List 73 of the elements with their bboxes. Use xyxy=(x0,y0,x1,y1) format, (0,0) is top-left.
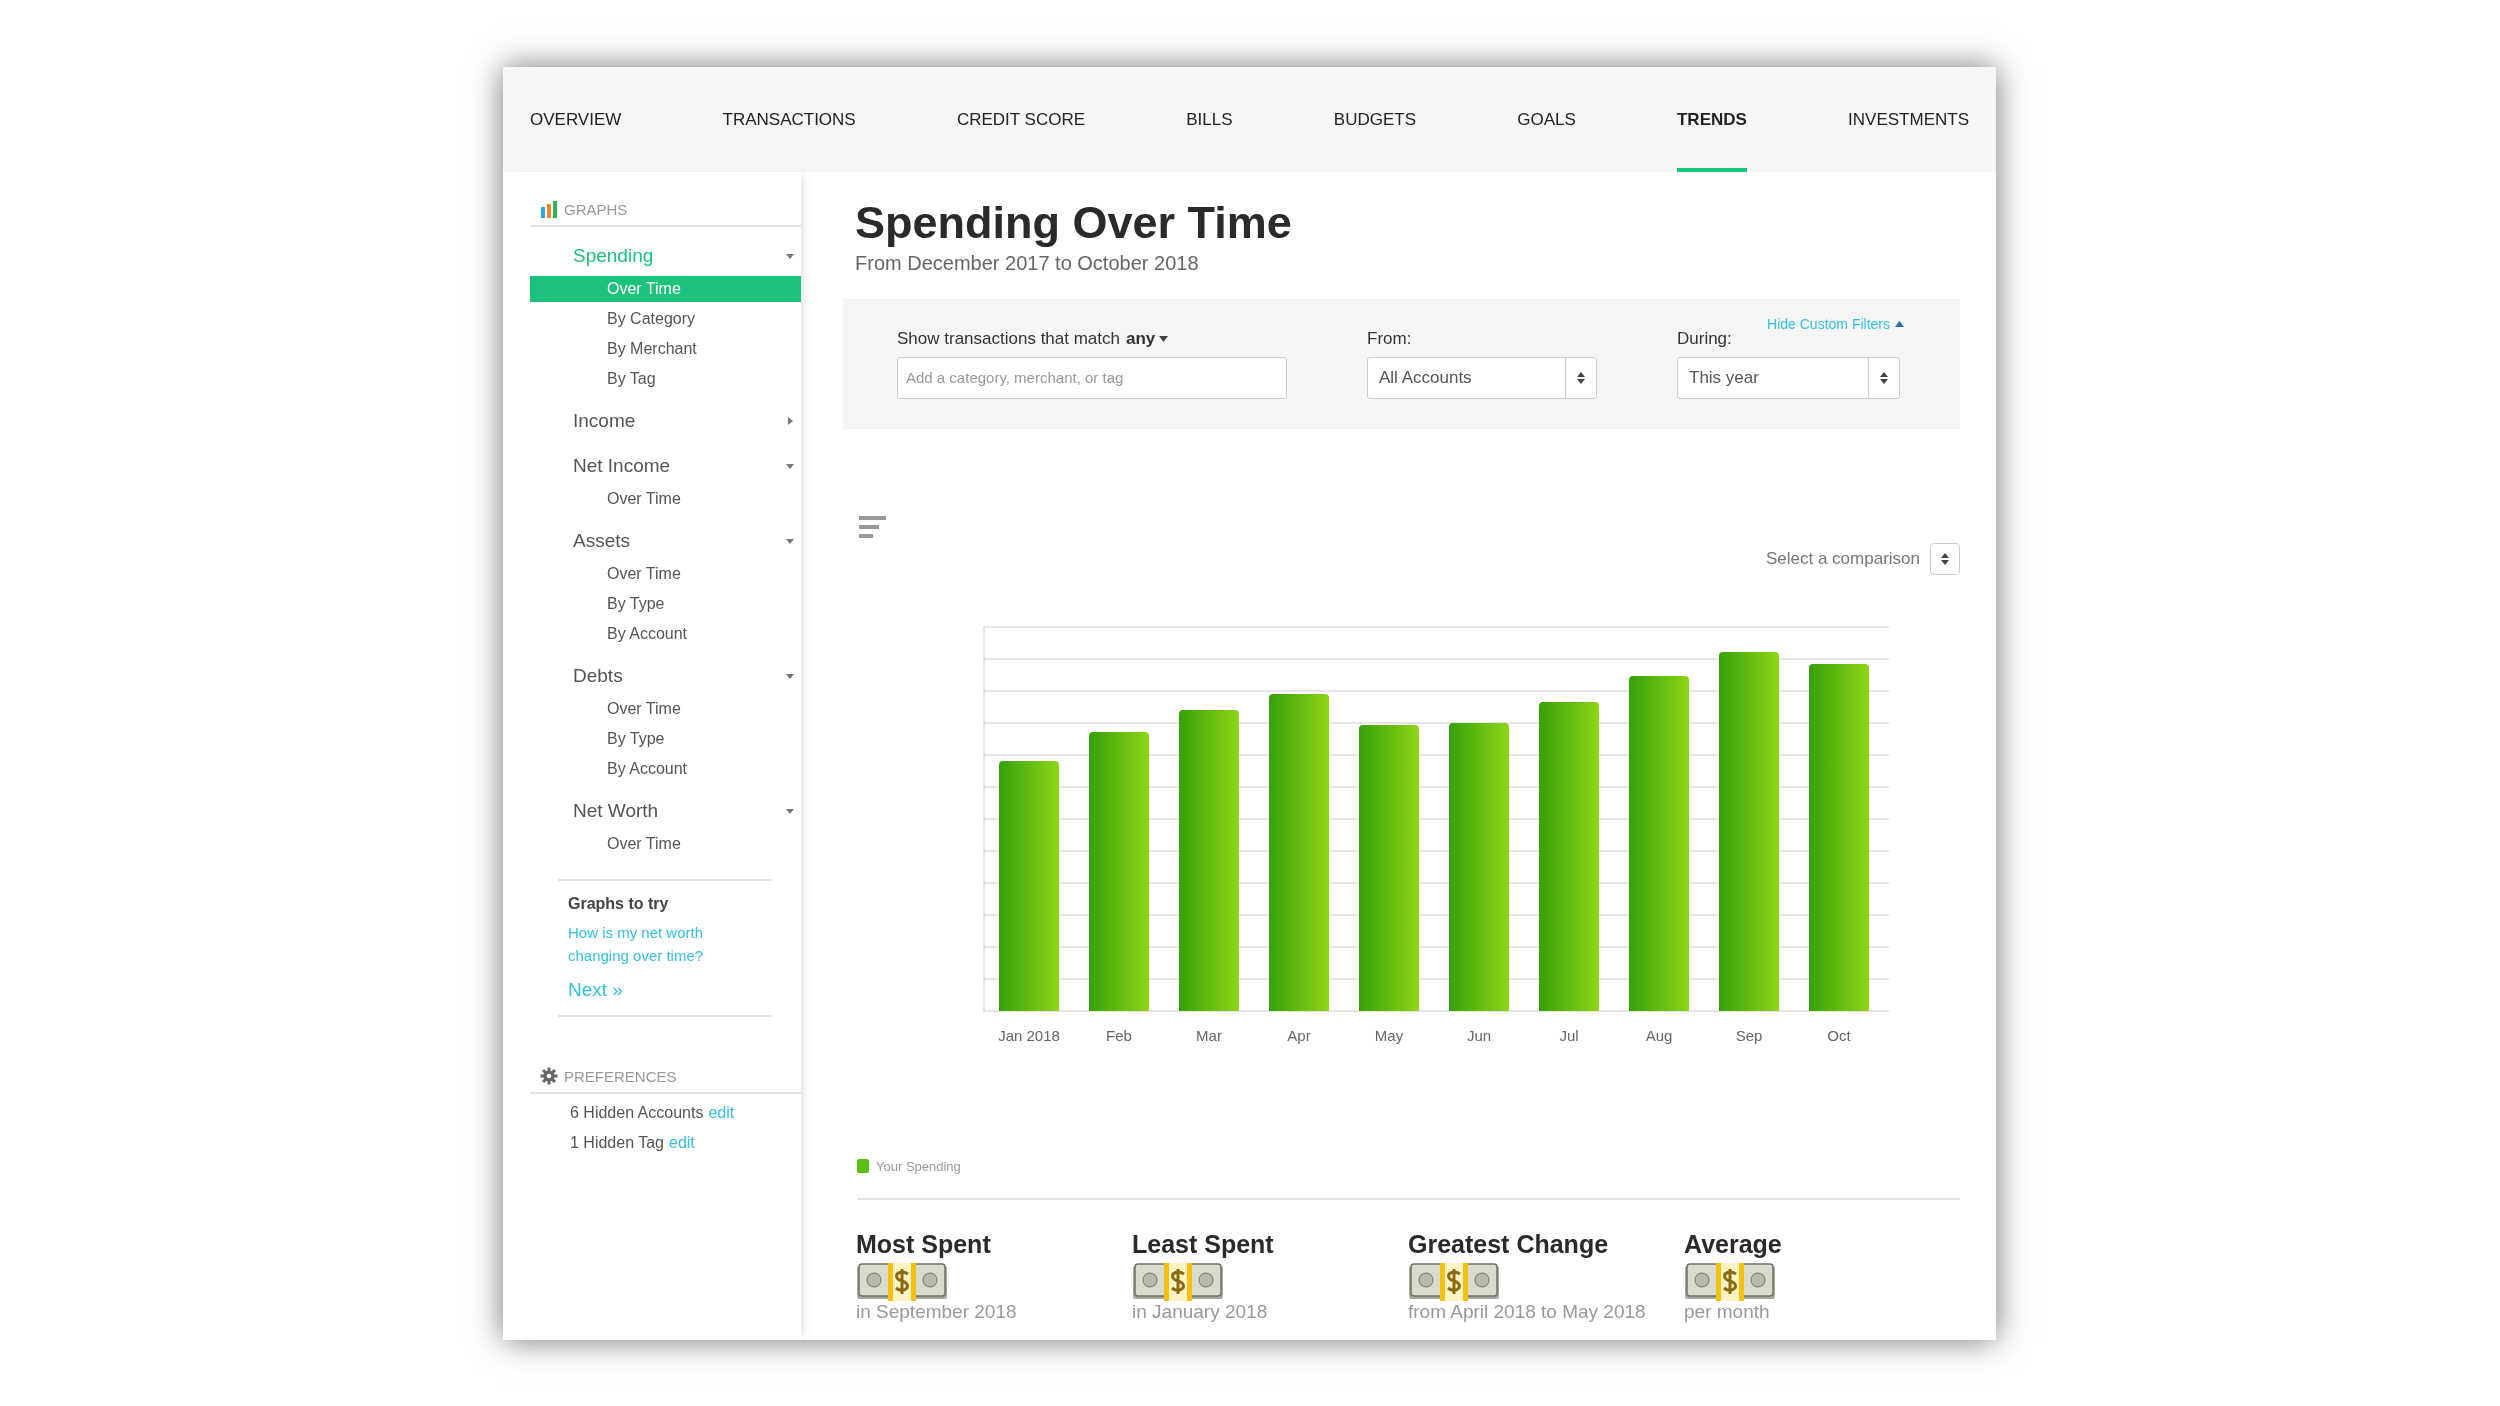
money-icon xyxy=(1684,1262,1776,1301)
section-heading: Graphs to try xyxy=(568,895,670,913)
sidebar-item[interactable]: By Account xyxy=(530,619,801,649)
stat-heading: Average xyxy=(1684,1229,1782,1259)
filter-search-field[interactable]: Add a category, merchant, or tag xyxy=(897,356,1287,399)
nav-tab[interactable]: CREDIT SCORE xyxy=(956,67,1086,172)
money-icon xyxy=(1132,1262,1224,1301)
axis-label: Jun xyxy=(1465,1026,1493,1044)
axis-label: Jul xyxy=(1558,1026,1580,1044)
account-select[interactable]: All Accounts xyxy=(1367,356,1597,399)
sidebar-item[interactable]: Over Time xyxy=(530,829,801,859)
sidebar-item[interactable]: By Account xyxy=(530,754,801,784)
stat-heading: Greatest Change xyxy=(1408,1229,1609,1259)
bar-chart-icon xyxy=(540,200,558,218)
sidebar-item[interactable]: By Category xyxy=(530,304,801,334)
sidebar-group[interactable]: Assets xyxy=(573,529,631,552)
match-dropdown[interactable]: any xyxy=(1126,328,1169,349)
sidebar-group[interactable]: Income xyxy=(573,409,636,432)
section-title: PREFERENCES xyxy=(564,1067,677,1085)
period-select[interactable]: This year xyxy=(1677,356,1900,399)
nav-tab[interactable]: OVERVIEW xyxy=(530,67,622,172)
stat-detail: in January 2018 xyxy=(1132,1300,1268,1323)
filter-label: From: xyxy=(1367,328,1413,349)
comparison-label: Select a comparison xyxy=(1765,548,1920,569)
nav-tab[interactable]: TRENDS xyxy=(1677,67,1747,172)
sidebar-group[interactable]: Debts xyxy=(573,664,623,687)
stat-detail: per month xyxy=(1684,1300,1770,1323)
sidebar-item[interactable]: By Merchant xyxy=(530,334,801,364)
legend-label: Your Spending xyxy=(876,1158,961,1174)
sidebar-group[interactable]: Net Income xyxy=(573,454,671,477)
caret-down-icon[interactable] xyxy=(1159,335,1169,342)
up-down-icon[interactable] xyxy=(1576,370,1586,385)
axis-label: Jan 2018 xyxy=(997,1026,1061,1044)
section-title: GRAPHS xyxy=(564,200,628,218)
nav-tab[interactable]: GOALS xyxy=(1517,67,1576,172)
filter-label: Show transactions that match xyxy=(897,328,1120,349)
nav-tab[interactable]: BUDGETS xyxy=(1333,67,1416,172)
sidebar-item[interactable]: Over Time xyxy=(530,484,801,514)
axis-label: Apr xyxy=(1286,1026,1312,1044)
stat-heading: Least Spent xyxy=(1132,1229,1274,1259)
preference-text: 1 Hidden Tag xyxy=(570,1134,664,1152)
up-down-icon[interactable] xyxy=(1879,370,1889,385)
sidebar-item[interactable]: By Tag xyxy=(530,364,801,394)
page-title: Spending Over Time xyxy=(855,198,1293,248)
sidebar-item[interactable]: Over Time xyxy=(530,694,801,724)
legend-swatch xyxy=(857,1159,869,1173)
axis-label: Sep xyxy=(1734,1026,1764,1044)
sidebar-item[interactable]: By Type xyxy=(530,589,801,619)
nav-tab[interactable]: INVESTMENTS xyxy=(1848,67,1969,172)
axis-label: May xyxy=(1373,1026,1405,1044)
preference-text: 6 Hidden Accounts xyxy=(570,1104,704,1122)
nav-tab[interactable]: TRANSACTIONS xyxy=(722,67,856,172)
money-icon xyxy=(1408,1262,1500,1301)
gear-icon xyxy=(540,1067,558,1085)
filter-label: During: xyxy=(1677,328,1733,349)
up-down-icon[interactable] xyxy=(1940,551,1950,566)
axis-label: Mar xyxy=(1195,1026,1223,1044)
money-icon xyxy=(856,1262,948,1301)
sort-icon[interactable] xyxy=(859,514,887,539)
axis-label: Oct xyxy=(1826,1026,1852,1044)
stat-heading: Most Spent xyxy=(856,1229,991,1259)
nav-tab[interactable]: BILLS xyxy=(1186,67,1233,172)
caret-up-icon[interactable] xyxy=(1895,320,1904,327)
caret-right-icon[interactable] xyxy=(785,415,795,426)
sidebar-item[interactable]: By Type xyxy=(530,724,801,754)
axis-label: Aug xyxy=(1644,1026,1674,1044)
stat-detail: from April 2018 to May 2018 xyxy=(1408,1300,1646,1323)
stat-detail: in September 2018 xyxy=(856,1300,1017,1323)
comparison-select[interactable] xyxy=(1930,542,1960,575)
page-subtitle: From December 2017 to October 2018 xyxy=(855,251,1200,275)
sidebar-item[interactable]: Over Time xyxy=(530,559,801,589)
axis-label: Feb xyxy=(1105,1026,1133,1044)
sidebar-group[interactable]: Net Worth xyxy=(573,799,659,822)
